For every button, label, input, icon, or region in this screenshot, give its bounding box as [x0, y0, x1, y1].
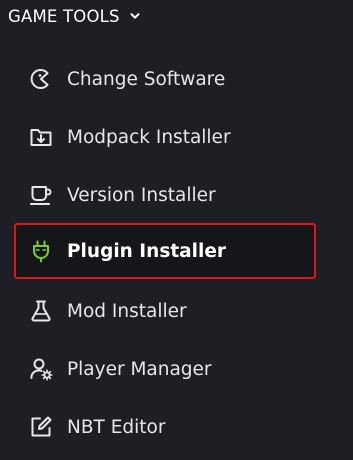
edit-icon	[28, 414, 54, 440]
menu-item-label: Player Manager	[67, 358, 212, 380]
menu-item-label: Version Installer	[67, 184, 216, 206]
menu-item-plugin-installer[interactable]: Plugin Installer	[14, 223, 316, 279]
menu-item-mod-installer[interactable]: Mod Installer	[14, 283, 316, 339]
menu-item-label: Modpack Installer	[67, 126, 231, 148]
menu-item-change-software[interactable]: Change Software	[14, 51, 316, 107]
menu-item-label: Change Software	[67, 68, 226, 90]
menu-item-modpack-installer[interactable]: Modpack Installer	[14, 109, 316, 165]
menu-item-label: NBT Editor	[67, 416, 166, 438]
menu-item-label: Mod Installer	[67, 300, 187, 322]
menu-item-label: Plugin Installer	[67, 240, 227, 262]
game-tools-header[interactable]: GAME TOOLS	[8, 3, 141, 29]
menu-item-version-installer[interactable]: Version Installer	[14, 167, 316, 223]
download-folder-icon	[28, 124, 54, 150]
chevron-down-icon	[129, 10, 141, 22]
section-title: GAME TOOLS	[8, 6, 120, 26]
menu-item-player-manager[interactable]: Player Manager	[14, 341, 316, 397]
cup-icon	[28, 182, 54, 208]
menu-item-nbt-editor[interactable]: NBT Editor	[14, 399, 316, 455]
flask-icon	[28, 298, 54, 324]
plug-icon	[28, 238, 54, 264]
software-icon	[28, 66, 54, 92]
user-gear-icon	[28, 356, 54, 382]
